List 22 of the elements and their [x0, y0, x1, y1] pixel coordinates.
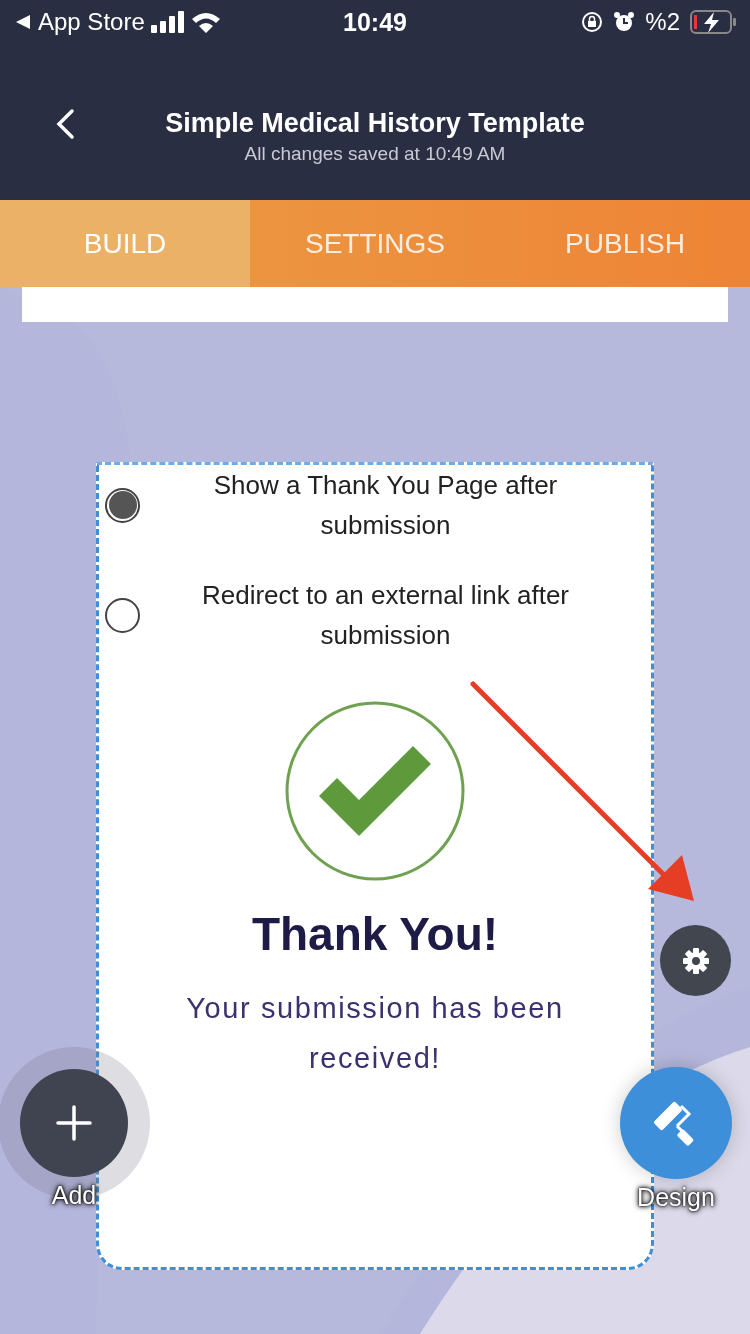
- option-label[interactable]: Redirect to an external link after submission: [140, 575, 651, 655]
- clock-time: 10:49: [342, 7, 408, 37]
- back-arrow-icon[interactable]: [14, 13, 32, 31]
- rotation-lock-icon: [581, 11, 604, 33]
- thank-you-heading: Thank You!: [250, 907, 500, 961]
- form-title: Simple Medical History Template: [165, 108, 585, 139]
- plus-icon: [56, 1105, 92, 1141]
- alarm-icon: [613, 11, 636, 33]
- confirmation-message: Your submission has been received!: [185, 991, 565, 1076]
- battery-charging-icon: [690, 10, 736, 34]
- wifi-icon: [190, 11, 221, 33]
- checkmark-circle-icon: [285, 701, 465, 881]
- save-status: All changes saved at 10:49 AM: [243, 143, 507, 165]
- settings-icon: [681, 946, 710, 975]
- design-label[interactable]: Design: [633, 1183, 719, 1212]
- option-label[interactable]: Show a Thank You Page after submission: [140, 465, 651, 545]
- back-chevron-icon[interactable]: [54, 108, 76, 140]
- signal-icon: [150, 11, 185, 33]
- battery-percent: %2: [645, 8, 680, 36]
- radio-button[interactable]: [105, 487, 140, 523]
- radio-button[interactable]: [105, 597, 140, 633]
- back-app-label[interactable]: App Store: [38, 8, 145, 36]
